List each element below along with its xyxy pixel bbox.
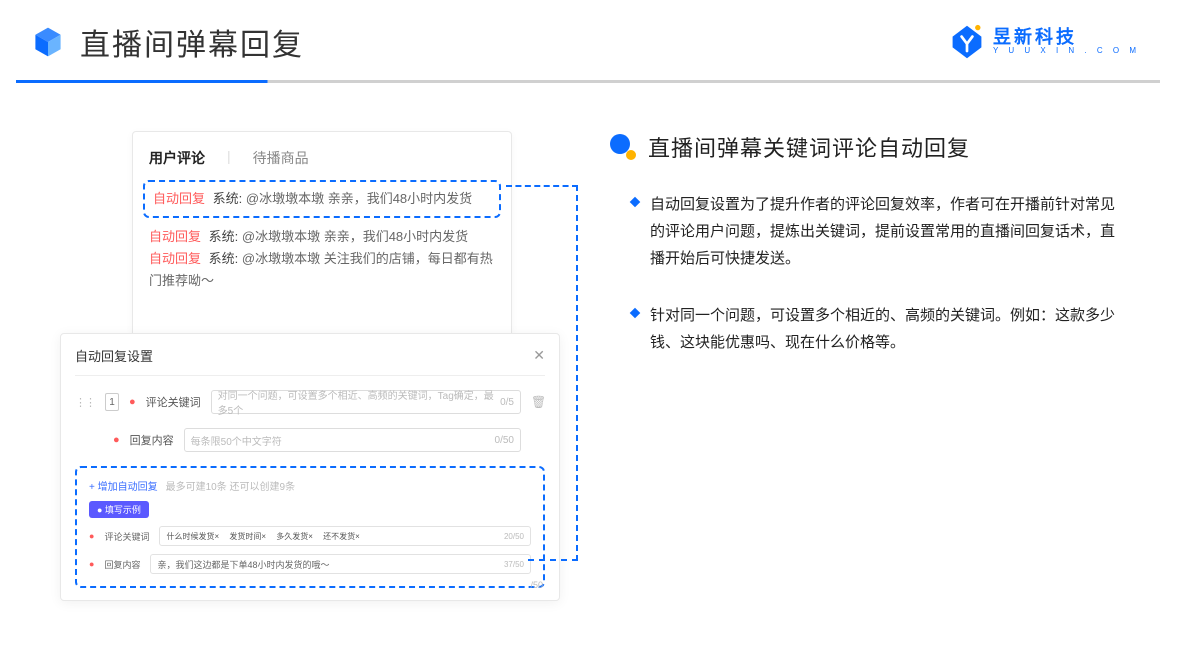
panel-tabs: 用户评论 | 待播商品 xyxy=(149,148,495,168)
system-label: 系统: xyxy=(209,251,239,266)
example-reply-box: 亲，我们这边都是下单48小时内发货的哦～ 37/50 xyxy=(150,554,531,574)
settings-title-bar: 自动回复设置 ✕ xyxy=(75,346,545,376)
brand-name-cn: 昱新科技 xyxy=(993,28,1140,46)
keyword-row: ⋮⋮ 1 ● 评论关键词 对同一个问题，可设置多个相近、高频的关键词，Tag确定… xyxy=(75,390,545,414)
close-icon[interactable]: ✕ xyxy=(533,347,545,364)
comment-highlighted: 自动回复 系统: @冰墩墩本墩 亲亲，我们48小时内发货 xyxy=(143,180,501,218)
tab-user-comments[interactable]: 用户评论 xyxy=(149,148,205,168)
bullet-item: 自动回复设置为了提升作者的评论回复效率，作者可在开播前针对常见的评论用户问题，提… xyxy=(630,191,1120,272)
bullet-dots-icon xyxy=(610,134,636,160)
example-keyword-counter: 20/50 xyxy=(504,532,524,541)
bullet-item: 针对同一个问题，可设置多个相近的、高频的关键词。例如：这款多少钱、这块能优惠吗、… xyxy=(630,302,1120,356)
diamond-icon xyxy=(630,197,641,208)
auto-reply-tag: 自动回复 xyxy=(149,229,201,244)
brand: 昱新科技 Y U U X I N . C O M xyxy=(949,24,1140,60)
delete-icon[interactable]: 🗑 xyxy=(531,395,545,409)
cube-icon xyxy=(30,24,66,60)
index-number: 1 xyxy=(105,393,119,411)
example-reply-label: 回复内容 xyxy=(104,558,140,571)
add-auto-reply-line: + 增加自动回复 最多可建10条 还可以创建9条 xyxy=(89,478,531,493)
brand-logo-icon xyxy=(949,24,985,60)
system-label: 系统: xyxy=(213,191,243,206)
example-keyword-label: 评论关键词 xyxy=(104,530,149,543)
example-box: + 增加自动回复 最多可建10条 还可以创建9条 ● 填写示例 ● 评论关键词 … xyxy=(75,466,545,588)
reply-label: 回复内容 xyxy=(130,432,174,448)
drag-icon[interactable]: ⋮⋮ xyxy=(75,396,95,409)
example-keyword-box: 什么时候发货× 发货时间× 多久发货× 还不发货× 20/50 xyxy=(159,526,531,546)
keyword-input[interactable]: 对同一个问题，可设置多个相近、高频的关键词，Tag确定，最多5个 0/5 xyxy=(211,390,521,414)
keyword-placeholder: 对同一个问题，可设置多个相近、高频的关键词，Tag确定，最多5个 xyxy=(218,387,500,417)
required-mark: ● xyxy=(129,396,136,408)
system-label: 系统: xyxy=(209,229,239,244)
brand-name-en: Y U U X I N . C O M xyxy=(993,46,1140,56)
brand-text: 昱新科技 Y U U X I N . C O M xyxy=(993,28,1140,56)
comment-text: @冰墩墩本墩 亲亲，我们48小时内发货 xyxy=(246,191,472,206)
connector-line xyxy=(506,185,578,187)
bullet-text: 自动回复设置为了提升作者的评论回复效率，作者可在开播前针对常见的评论用户问题，提… xyxy=(650,191,1120,272)
example-reply-text: 亲，我们这边都是下单48小时内发货的哦～ xyxy=(157,558,329,571)
section-head: 直播间弹幕关键词评论自动回复 xyxy=(610,131,1120,163)
bullet-list: 自动回复设置为了提升作者的评论回复效率，作者可在开播前针对常见的评论用户问题，提… xyxy=(610,191,1120,356)
comment-text: @冰墩墩本墩 亲亲，我们48小时内发货 xyxy=(242,229,468,244)
auto-reply-settings-panel: 自动回复设置 ✕ ⋮⋮ 1 ● 评论关键词 对同一个问题，可设置多个相近、高频的… xyxy=(60,333,560,601)
title-wrap: 直播间弹幕回复 xyxy=(30,20,304,64)
auto-reply-tag: 自动回复 xyxy=(153,191,205,206)
example-pill: ● 填写示例 xyxy=(89,501,149,518)
settings-title: 自动回复设置 xyxy=(75,346,153,365)
reply-placeholder: 每条限50个中文字符 xyxy=(191,433,282,448)
section-title: 直播间弹幕关键词评论自动回复 xyxy=(648,131,970,163)
tab-divider: | xyxy=(227,148,231,168)
connector-line xyxy=(576,185,578,561)
content: 用户评论 | 待播商品 自动回复 系统: @冰墩墩本墩 亲亲，我们48小时内发货… xyxy=(0,83,1180,603)
stray-counter: /50 xyxy=(530,580,543,590)
comment-row: 自动回复 系统: @冰墩墩本墩 亲亲，我们48小时内发货 xyxy=(149,226,495,248)
keyword-counter: 0/5 xyxy=(500,397,514,408)
page-title: 直播间弹幕回复 xyxy=(80,20,304,64)
comment-row: 自动回复 系统: @冰墩墩本墩 关注我们的店铺，每日都有热门推荐呦～ xyxy=(149,248,495,292)
add-hint: 最多可建10条 还可以创建9条 xyxy=(166,478,295,493)
example-reply-counter: 37/50 xyxy=(504,560,524,569)
reply-input[interactable]: 每条限50个中文字符 0/50 xyxy=(184,428,521,452)
page-header: 直播间弹幕回复 昱新科技 Y U U X I N . C O M xyxy=(0,0,1180,64)
add-auto-reply-link[interactable]: + 增加自动回复 xyxy=(89,478,158,493)
reply-counter: 0/50 xyxy=(495,435,514,446)
comments-panel: 用户评论 | 待播商品 自动回复 系统: @冰墩墩本墩 亲亲，我们48小时内发货… xyxy=(132,131,512,351)
description-column: 直播间弹幕关键词评论自动回复 自动回复设置为了提升作者的评论回复效率，作者可在开… xyxy=(610,113,1120,603)
example-reply-row: ● 回复内容 亲，我们这边都是下单48小时内发货的哦～ 37/50 xyxy=(89,554,531,574)
auto-reply-tag: 自动回复 xyxy=(149,251,201,266)
keyword-label: 评论关键词 xyxy=(146,394,201,410)
mock-area: 用户评论 | 待播商品 自动回复 系统: @冰墩墩本墩 亲亲，我们48小时内发货… xyxy=(60,113,570,603)
bullet-text: 针对同一个问题，可设置多个相近的、高频的关键词。例如：这款多少钱、这块能优惠吗、… xyxy=(650,302,1120,356)
required-mark: ● xyxy=(113,434,120,446)
tag-chip: 什么时候发货× 发货时间× 多久发货× 还不发货× xyxy=(166,531,359,542)
tab-pending-products[interactable]: 待播商品 xyxy=(253,148,309,168)
diamond-icon xyxy=(630,308,641,319)
example-keyword-tags: 什么时候发货× 发货时间× 多久发货× 还不发货× xyxy=(166,531,359,542)
reply-row: ● 回复内容 每条限50个中文字符 0/50 xyxy=(75,428,545,452)
example-keyword-row: ● 评论关键词 什么时候发货× 发货时间× 多久发货× 还不发货× 20/50 xyxy=(89,526,531,546)
